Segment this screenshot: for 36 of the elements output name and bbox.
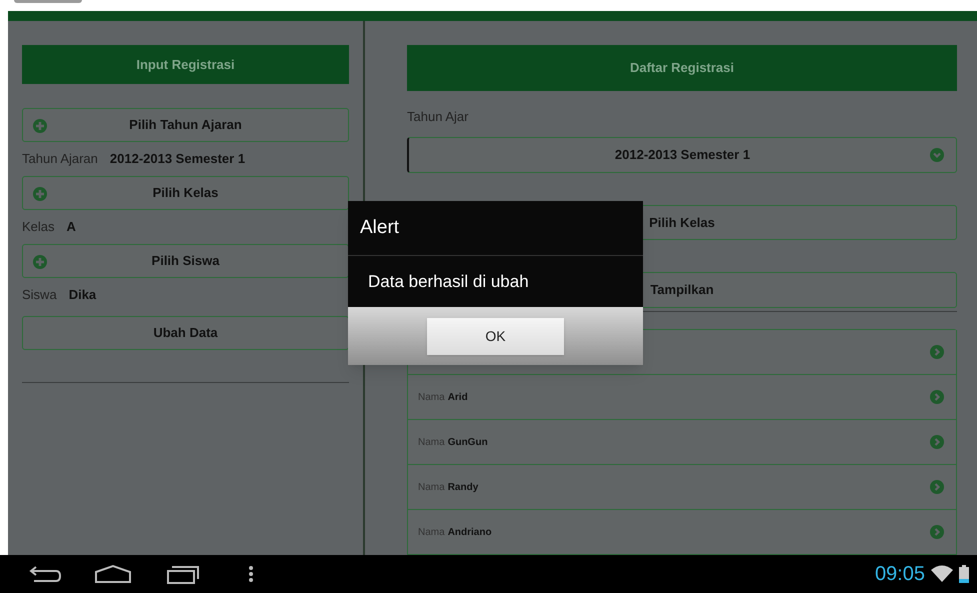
clock-time: 09:05 <box>874 562 925 587</box>
battery-icon <box>959 565 969 583</box>
field-label: Siswa <box>22 286 57 304</box>
field-value: 2012-2013 Semester 1 <box>110 150 246 168</box>
chevron-down-icon <box>930 148 944 162</box>
edit-data-button[interactable]: Ubah Data <box>22 316 349 350</box>
chevron-right-icon <box>930 525 944 539</box>
chevron-right-icon <box>930 390 944 404</box>
back-icon[interactable] <box>28 564 64 584</box>
dialog-title: Alert <box>360 216 400 240</box>
year-dropdown[interactable]: 2012-2013 Semester 1 <box>407 137 957 173</box>
home-icon[interactable] <box>94 564 132 584</box>
chevron-right-icon <box>930 345 944 359</box>
chevron-right-icon <box>930 480 944 494</box>
plus-icon <box>33 119 47 133</box>
field-value: A <box>66 218 76 236</box>
menu-icon[interactable] <box>248 565 254 583</box>
field-label: Tahun Ajar <box>407 108 470 126</box>
select-button[interactable]: Pilih Siswa <box>22 244 349 278</box>
student-name: Arid <box>448 390 468 404</box>
plus-icon <box>33 187 47 201</box>
field-value: Dika <box>68 286 96 304</box>
plus-icon <box>33 255 47 269</box>
student-name: Randy <box>448 480 478 494</box>
select-button[interactable]: Pilih Tahun Ajaran <box>22 108 349 142</box>
ok-button[interactable]: OK <box>427 318 564 354</box>
select-button[interactable]: Pilih Kelas <box>22 176 349 210</box>
recent-apps-icon[interactable] <box>166 563 200 585</box>
wifi-icon <box>931 565 953 583</box>
panel-header: Input Registrasi <box>22 45 349 84</box>
chevron-right-icon <box>930 435 944 449</box>
student-name: Andriano <box>448 526 492 540</box>
field-label: Tahun Ajaran <box>22 150 98 168</box>
student-name: GunGun <box>448 436 488 450</box>
field-label: Kelas <box>22 218 55 236</box>
panel-header: Daftar Registrasi <box>407 45 957 92</box>
